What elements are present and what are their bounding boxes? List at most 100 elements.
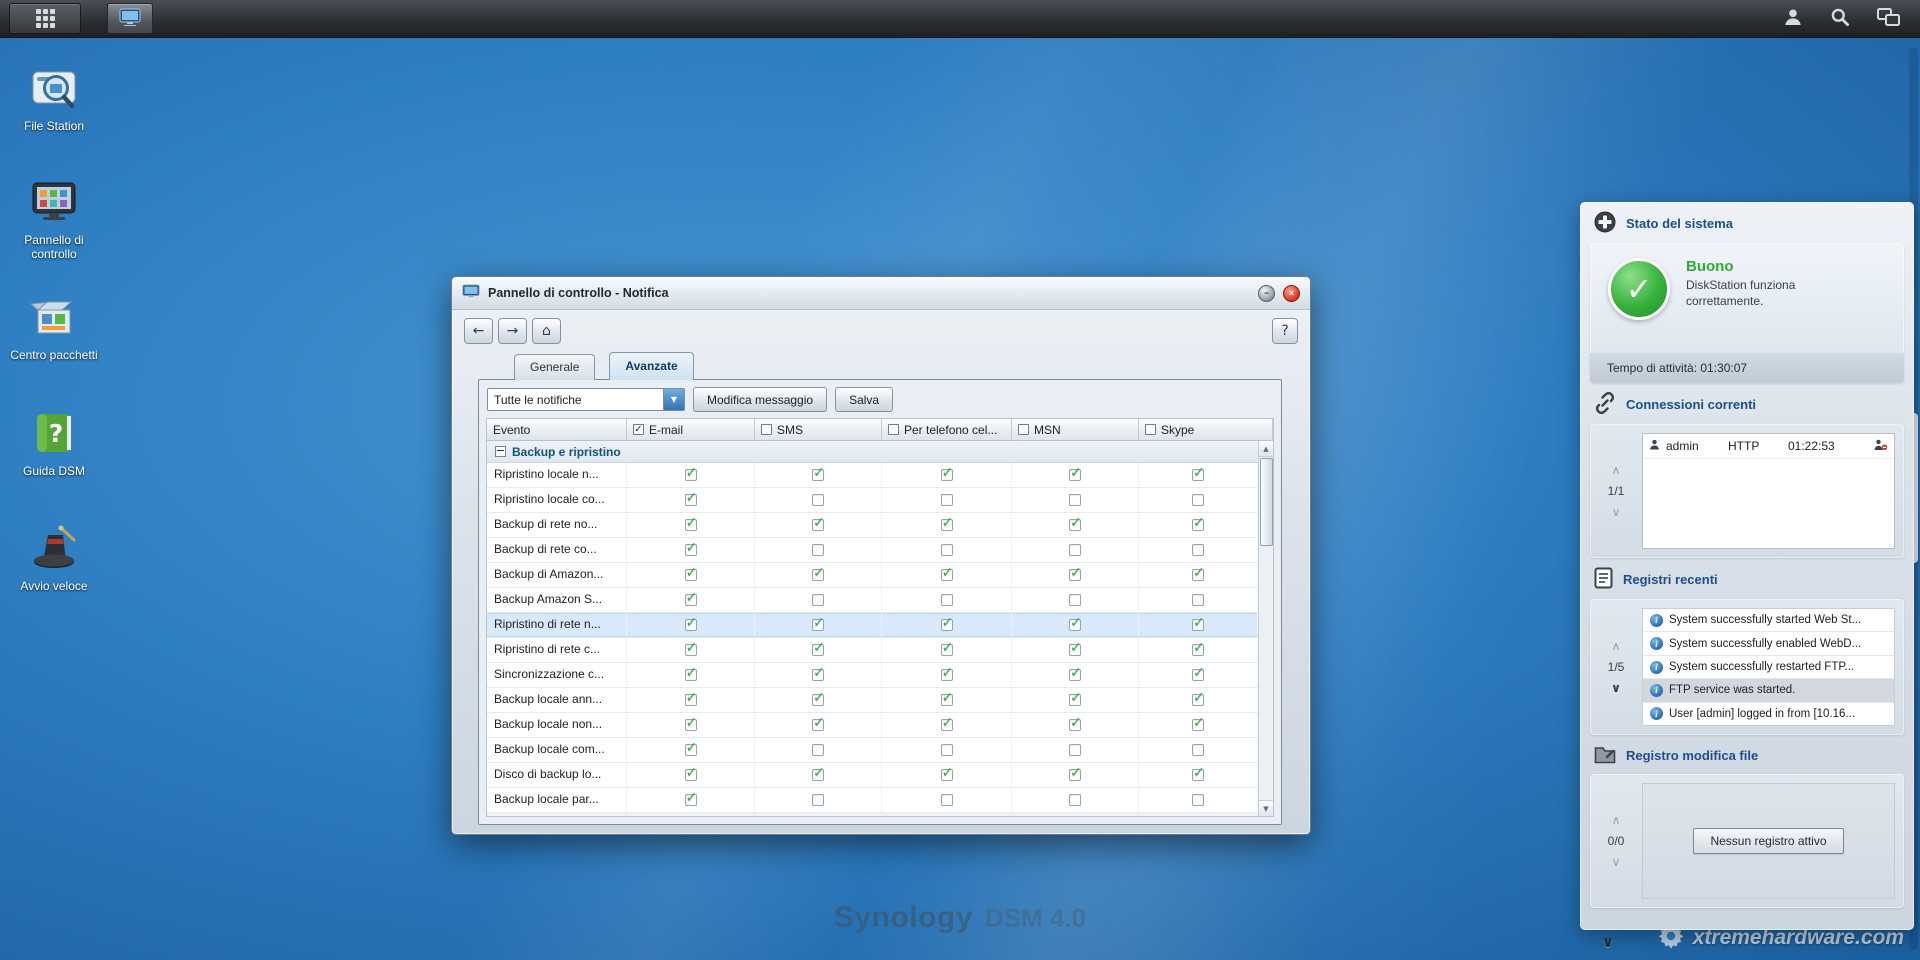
main-menu-button[interactable] bbox=[9, 3, 81, 34]
checked-checkbox[interactable]: ✓ bbox=[812, 619, 824, 631]
checked-checkbox[interactable]: ✓ bbox=[812, 519, 824, 531]
checked-checkbox[interactable]: ✓ bbox=[685, 644, 697, 656]
table-row[interactable]: Backup locale com...✓ bbox=[487, 738, 1258, 763]
table-row[interactable]: Backup di rete no...✓✓✓✓✓ bbox=[487, 513, 1258, 538]
unchecked-column-checkbox[interactable] bbox=[761, 424, 772, 435]
desktop-icon-file-station[interactable]: File Station bbox=[8, 64, 100, 134]
checked-checkbox[interactable]: ✓ bbox=[941, 669, 953, 681]
column-header[interactable]: Per telefono cel... bbox=[882, 419, 1012, 441]
search-button[interactable] bbox=[1830, 7, 1850, 30]
tab-generale[interactable]: Generale bbox=[514, 354, 595, 380]
unchecked-checkbox[interactable] bbox=[1069, 594, 1081, 606]
group-header-row[interactable]: Archiviazione esterna bbox=[487, 813, 1258, 816]
unchecked-checkbox[interactable] bbox=[941, 544, 953, 556]
widget-scroll-down-icon[interactable]: ∨ bbox=[1582, 933, 1634, 951]
checked-checkbox[interactable]: ✓ bbox=[1069, 669, 1081, 681]
unchecked-checkbox[interactable] bbox=[1192, 494, 1204, 506]
desktop-icon-quick-start[interactable]: Avvio veloce bbox=[8, 524, 100, 594]
checked-checkbox[interactable]: ✓ bbox=[1192, 619, 1204, 631]
checked-checkbox[interactable]: ✓ bbox=[1069, 694, 1081, 706]
back-button[interactable]: ← bbox=[464, 318, 493, 344]
unchecked-checkbox[interactable] bbox=[1192, 594, 1204, 606]
checked-checkbox[interactable]: ✓ bbox=[812, 694, 824, 706]
checked-checkbox[interactable]: ✓ bbox=[1192, 569, 1204, 581]
collapse-icon[interactable] bbox=[495, 446, 506, 457]
column-header[interactable]: Evento bbox=[487, 419, 627, 441]
checked-checkbox[interactable]: ✓ bbox=[812, 644, 824, 656]
checked-checkbox[interactable]: ✓ bbox=[1192, 519, 1204, 531]
chevron-down-icon[interactable]: ▼ bbox=[663, 389, 684, 410]
checked-checkbox[interactable]: ✓ bbox=[1192, 694, 1204, 706]
page-up-icon[interactable]: ∧ bbox=[1612, 641, 1621, 651]
edit-message-button[interactable]: Modifica messaggio bbox=[693, 387, 827, 412]
checked-checkbox[interactable]: ✓ bbox=[685, 544, 697, 556]
checked-checkbox[interactable]: ✓ bbox=[685, 794, 697, 806]
unchecked-checkbox[interactable] bbox=[1192, 544, 1204, 556]
checked-checkbox[interactable]: ✓ bbox=[685, 494, 697, 506]
log-entry[interactable]: iSystem successfully enabled WebD... bbox=[1643, 632, 1894, 655]
column-header[interactable]: Skype bbox=[1139, 419, 1273, 441]
checked-checkbox[interactable]: ✓ bbox=[1192, 769, 1204, 781]
page-down-icon[interactable]: ∨ bbox=[1612, 507, 1621, 517]
checked-column-checkbox[interactable]: ✓ bbox=[633, 424, 644, 435]
table-row[interactable]: Backup di Amazon...✓✓✓✓✓ bbox=[487, 563, 1258, 588]
scroll-up-icon[interactable]: ▲ bbox=[1259, 441, 1273, 457]
checked-checkbox[interactable]: ✓ bbox=[941, 694, 953, 706]
scroll-down-icon[interactable]: ▼ bbox=[1259, 800, 1273, 816]
log-entry[interactable]: iSystem successfully started Web St... bbox=[1643, 609, 1894, 632]
checked-checkbox[interactable]: ✓ bbox=[685, 519, 697, 531]
taskbar-control-panel-button[interactable] bbox=[107, 3, 153, 34]
unchecked-checkbox[interactable] bbox=[812, 594, 824, 606]
column-header[interactable]: ✓E-mail bbox=[627, 419, 755, 441]
save-button[interactable]: Salva bbox=[835, 387, 893, 412]
pilot-view-button[interactable] bbox=[1877, 8, 1900, 30]
checked-checkbox[interactable]: ✓ bbox=[812, 769, 824, 781]
page-up-icon[interactable]: ∧ bbox=[1612, 465, 1621, 475]
checked-checkbox[interactable]: ✓ bbox=[685, 594, 697, 606]
unchecked-checkbox[interactable] bbox=[1069, 794, 1081, 806]
unchecked-column-checkbox[interactable] bbox=[1018, 424, 1029, 435]
checked-checkbox[interactable]: ✓ bbox=[812, 469, 824, 481]
table-row[interactable]: Backup locale par...✓ bbox=[487, 788, 1258, 813]
page-down-icon[interactable]: ∨ bbox=[1611, 683, 1621, 693]
table-row[interactable]: Backup locale ann...✓✓✓✓✓ bbox=[487, 688, 1258, 713]
home-button[interactable]: ⌂ bbox=[532, 318, 561, 344]
table-row[interactable]: Disco di backup lo...✓✓✓✓✓ bbox=[487, 763, 1258, 788]
unchecked-checkbox[interactable] bbox=[941, 744, 953, 756]
checked-checkbox[interactable]: ✓ bbox=[685, 694, 697, 706]
unchecked-checkbox[interactable] bbox=[1192, 794, 1204, 806]
unchecked-checkbox[interactable] bbox=[1069, 744, 1081, 756]
checked-checkbox[interactable]: ✓ bbox=[812, 569, 824, 581]
checked-checkbox[interactable]: ✓ bbox=[1192, 469, 1204, 481]
checked-checkbox[interactable]: ✓ bbox=[1192, 719, 1204, 731]
checked-checkbox[interactable]: ✓ bbox=[812, 669, 824, 681]
checked-checkbox[interactable]: ✓ bbox=[1069, 644, 1081, 656]
checked-checkbox[interactable]: ✓ bbox=[941, 569, 953, 581]
checked-checkbox[interactable]: ✓ bbox=[941, 769, 953, 781]
checked-checkbox[interactable]: ✓ bbox=[941, 469, 953, 481]
unchecked-checkbox[interactable] bbox=[1192, 744, 1204, 756]
minimize-button[interactable]: − bbox=[1258, 285, 1275, 302]
table-row[interactable]: Ripristino di rete n...✓✓✓✓✓ bbox=[487, 613, 1258, 638]
checked-checkbox[interactable]: ✓ bbox=[685, 744, 697, 756]
unchecked-checkbox[interactable] bbox=[941, 494, 953, 506]
column-header[interactable]: MSN bbox=[1012, 419, 1139, 441]
checked-checkbox[interactable]: ✓ bbox=[685, 669, 697, 681]
unchecked-checkbox[interactable] bbox=[812, 544, 824, 556]
checked-checkbox[interactable]: ✓ bbox=[1069, 569, 1081, 581]
checked-checkbox[interactable]: ✓ bbox=[941, 719, 953, 731]
column-header[interactable]: SMS bbox=[755, 419, 882, 441]
table-row[interactable]: Backup locale non...✓✓✓✓✓ bbox=[487, 713, 1258, 738]
checked-checkbox[interactable]: ✓ bbox=[685, 769, 697, 781]
checked-checkbox[interactable]: ✓ bbox=[1069, 469, 1081, 481]
window-titlebar[interactable]: Pannello di controllo - Notifica − × bbox=[452, 277, 1310, 310]
checked-checkbox[interactable]: ✓ bbox=[812, 719, 824, 731]
disconnect-icon[interactable] bbox=[1874, 439, 1888, 454]
table-row[interactable]: Backup di rete co...✓ bbox=[487, 538, 1258, 563]
page-down-icon[interactable]: ∨ bbox=[1612, 857, 1621, 867]
checked-checkbox[interactable]: ✓ bbox=[941, 519, 953, 531]
table-row[interactable]: Backup Amazon S...✓ bbox=[487, 588, 1258, 613]
unchecked-checkbox[interactable] bbox=[941, 794, 953, 806]
unchecked-checkbox[interactable] bbox=[812, 794, 824, 806]
checked-checkbox[interactable]: ✓ bbox=[1069, 519, 1081, 531]
